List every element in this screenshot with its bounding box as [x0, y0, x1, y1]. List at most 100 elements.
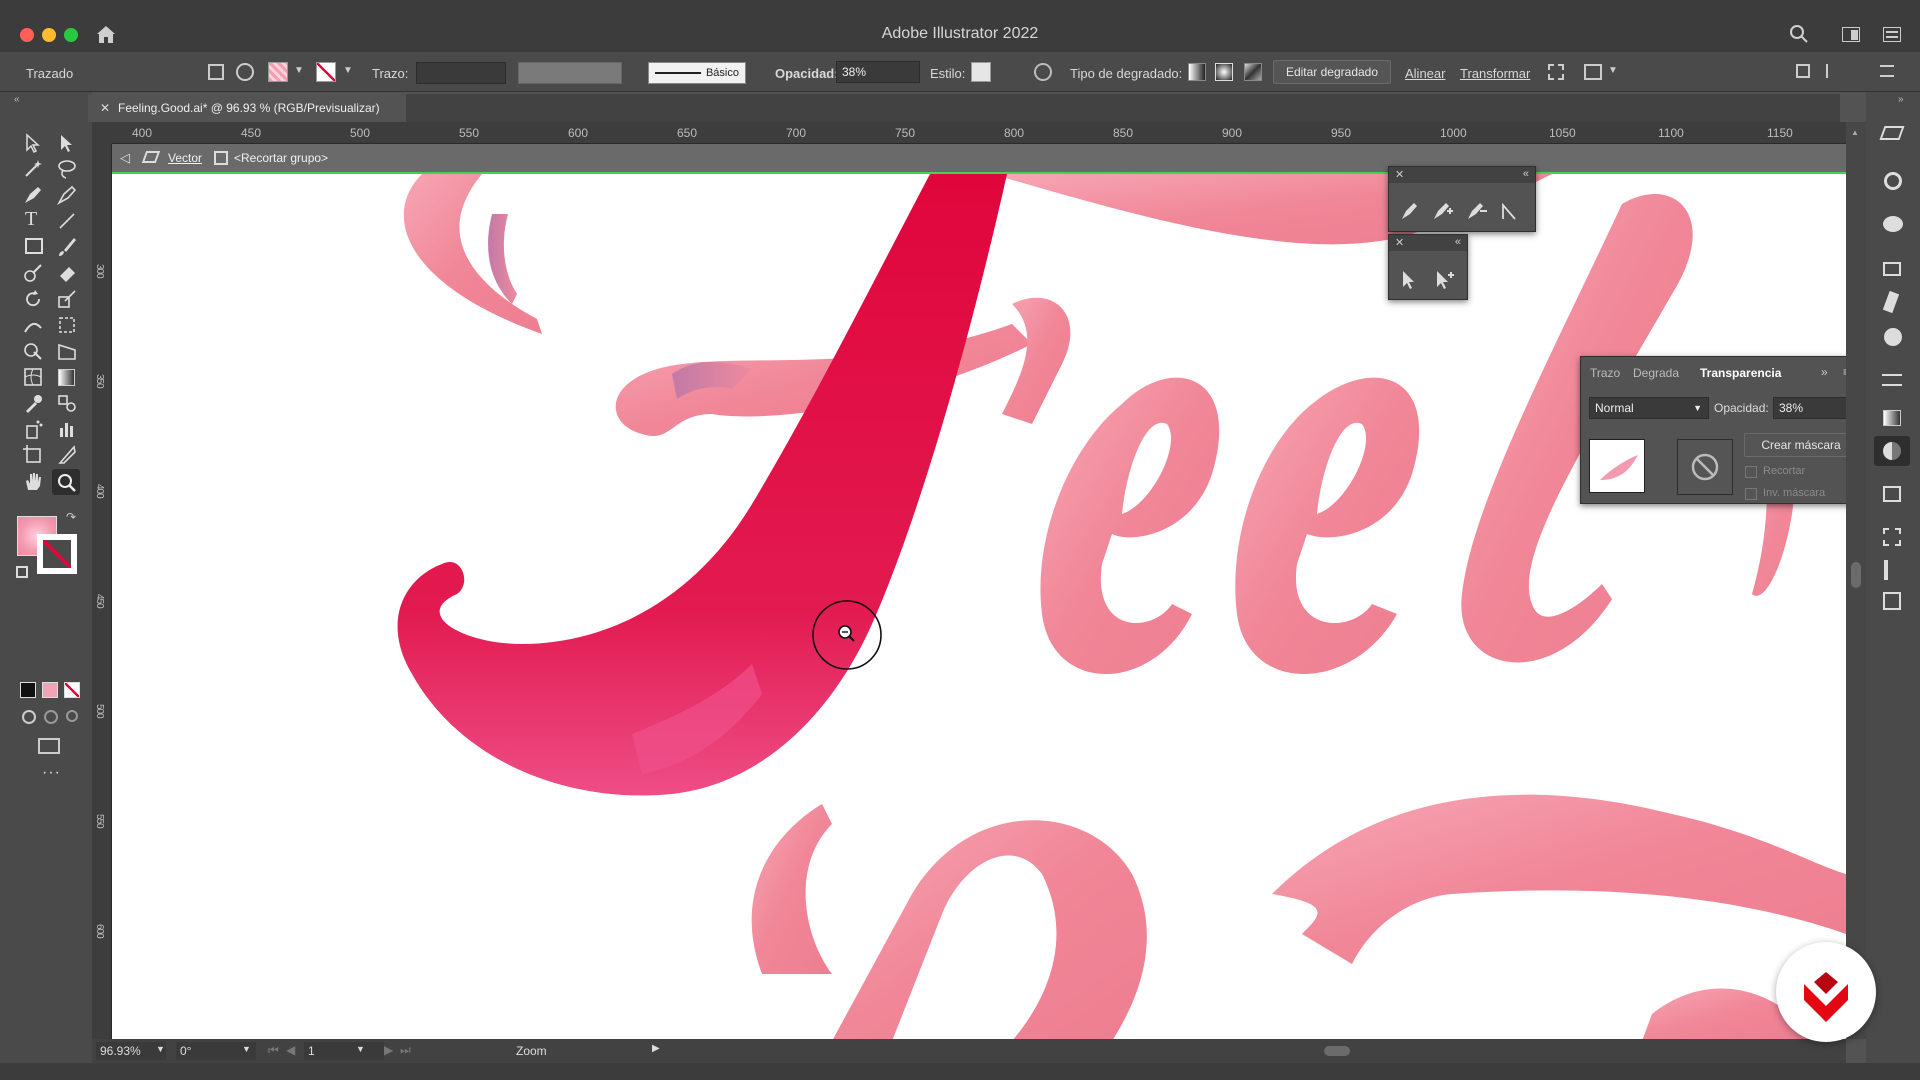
- make-mask-button[interactable]: Crear máscara: [1744, 433, 1858, 457]
- pen-tool-icon[interactable]: [22, 184, 44, 206]
- paintbrush-tool-icon[interactable]: [56, 236, 78, 258]
- breadcrumb-group[interactable]: <Recortar grupo>: [234, 151, 328, 165]
- transform-each-icon[interactable]: [1548, 64, 1564, 80]
- invert-mask-checkbox[interactable]: [1745, 488, 1757, 500]
- free-transform-tool-icon[interactable]: [56, 314, 78, 336]
- target-icon[interactable]: [236, 63, 254, 81]
- anchor-delete-icon[interactable]: [1465, 201, 1487, 221]
- line-tool-icon[interactable]: [56, 210, 78, 232]
- chevron-down-icon[interactable]: ▼: [343, 65, 353, 76]
- scroll-up-icon[interactable]: ▲: [1851, 128, 1859, 137]
- blend-tool-icon[interactable]: [56, 392, 78, 414]
- workspace-menu-icon[interactable]: [1883, 27, 1901, 42]
- anchor-point-tool-icon[interactable]: [1499, 201, 1519, 221]
- align-panel-icon[interactable]: [1884, 560, 1888, 580]
- mesh-tool-icon[interactable]: [22, 366, 44, 388]
- panel-opacity-input[interactable]: 38% ›: [1773, 397, 1857, 419]
- rotate-tool-icon[interactable]: [22, 288, 44, 310]
- mask-placeholder[interactable]: [1677, 439, 1733, 495]
- scroll-thumb[interactable]: [1324, 1046, 1350, 1056]
- horizontal-scrollbar[interactable]: [672, 1043, 1920, 1059]
- scroll-thumb[interactable]: [1851, 562, 1861, 588]
- lasso-tool-icon[interactable]: [56, 158, 78, 180]
- collapse-flyout-icon[interactable]: «: [1455, 236, 1461, 248]
- appearance-icon[interactable]: [1884, 172, 1902, 190]
- collapse-flyout-icon[interactable]: «: [1523, 168, 1529, 180]
- shape-builder-tool-icon[interactable]: [22, 340, 44, 362]
- color-palette-icon[interactable]: [1883, 216, 1903, 232]
- style-swatch[interactable]: [971, 62, 991, 82]
- layers-icon[interactable]: [1879, 126, 1905, 140]
- brushes-icon[interactable]: [1882, 290, 1900, 314]
- recolor-icon[interactable]: [1034, 63, 1052, 81]
- align-link[interactable]: Alinear: [1405, 66, 1445, 81]
- menu-icon[interactable]: [1880, 65, 1894, 77]
- isolate-icon[interactable]: [208, 64, 224, 80]
- search-icon[interactable]: [1789, 24, 1809, 44]
- eyedropper-tool-icon[interactable]: [22, 392, 44, 414]
- none-mode-button[interactable]: [64, 682, 80, 698]
- close-flyout-icon[interactable]: ✕: [1395, 168, 1404, 181]
- arrange-icon[interactable]: [1584, 64, 1602, 80]
- selection-tool-icon[interactable]: [22, 132, 44, 154]
- swap-fill-stroke-icon[interactable]: ↷: [66, 510, 76, 524]
- chevron-down-icon[interactable]: ▼: [242, 1044, 251, 1054]
- zoom-tool-icon[interactable]: [56, 472, 78, 494]
- clip-checkbox[interactable]: [1745, 466, 1757, 478]
- transform-panel-icon[interactable]: [1883, 528, 1901, 546]
- rectangle-tool-icon[interactable]: [25, 238, 43, 254]
- eraser-tool-icon[interactable]: [56, 262, 78, 284]
- default-fill-stroke-icon[interactable]: [16, 566, 28, 578]
- tab-stroke[interactable]: Trazo: [1590, 366, 1620, 380]
- panel-collapse-icon[interactable]: «: [14, 94, 20, 105]
- artboard-tool-icon[interactable]: [22, 444, 44, 466]
- gradient-tool-icon[interactable]: [58, 369, 75, 386]
- chevron-down-icon[interactable]: ▼: [294, 65, 304, 76]
- tab-transparency[interactable]: Transparencia: [1700, 366, 1781, 380]
- perspective-grid-tool-icon[interactable]: [56, 340, 78, 362]
- draw-normal-icon[interactable]: [22, 710, 36, 724]
- horizontal-ruler[interactable]: 400 450 500 550 600 650 700 750 800 850 …: [112, 122, 1846, 144]
- chevron-down-icon[interactable]: ▼: [156, 1044, 165, 1054]
- curvature-tool-icon[interactable]: [56, 184, 78, 206]
- symbol-sprayer-tool-icon[interactable]: [22, 418, 44, 440]
- hand-tool-icon[interactable]: [22, 470, 44, 492]
- stroke-panel-icon[interactable]: [1882, 374, 1902, 386]
- blend-mode-select[interactable]: Normal ▼: [1589, 397, 1709, 419]
- artboard-canvas[interactable]: [112, 172, 1846, 1039]
- shaper-tool-icon[interactable]: [22, 262, 44, 284]
- gradient-panel-icon[interactable]: [1883, 410, 1901, 426]
- next-artboard-icon[interactable]: ▶: [384, 1043, 393, 1057]
- screen-mode-icon[interactable]: [38, 738, 60, 754]
- tab-gradient[interactable]: Degrada: [1633, 366, 1679, 380]
- freeform-gradient-button[interactable]: [1244, 63, 1262, 81]
- prev-artboard-icon[interactable]: ◀: [286, 1043, 295, 1057]
- stroke-swatch[interactable]: [316, 62, 336, 82]
- magic-wand-tool-icon[interactable]: [22, 158, 44, 180]
- anchor-add-icon[interactable]: [1431, 201, 1453, 221]
- linear-gradient-button[interactable]: [1188, 63, 1206, 81]
- color-mode-button[interactable]: [20, 682, 36, 698]
- symbols-icon[interactable]: [1884, 328, 1902, 346]
- scale-tool-icon[interactable]: [56, 288, 78, 310]
- chevron-down-icon[interactable]: ▼: [1608, 65, 1618, 76]
- direct-selection-tool-icon[interactable]: [1399, 269, 1419, 289]
- opacity-input[interactable]: 38%: [836, 61, 920, 83]
- edit-gradient-button[interactable]: Editar degradado: [1273, 60, 1391, 84]
- stroke-weight-stepper[interactable]: [416, 62, 506, 84]
- width-tool-icon[interactable]: [22, 314, 44, 336]
- dock-collapse-icon[interactable]: »: [1898, 94, 1904, 105]
- column-graph-tool-icon[interactable]: [56, 418, 78, 440]
- draw-behind-icon[interactable]: [44, 710, 58, 724]
- close-flyout-icon[interactable]: ✕: [1395, 236, 1404, 249]
- chevron-down-icon[interactable]: ▼: [356, 1044, 365, 1054]
- slice-tool-icon[interactable]: [56, 444, 78, 466]
- first-artboard-icon[interactable]: ⏮: [268, 1043, 279, 1058]
- status-menu-arrow-icon[interactable]: ▶: [652, 1043, 660, 1054]
- pen-tool-icon[interactable]: [1399, 201, 1419, 221]
- type-tool-icon[interactable]: T: [25, 208, 37, 231]
- direct-selection-tool-icon[interactable]: [56, 132, 78, 154]
- document-tab[interactable]: ✕ Feeling.Good.ai* @ 96.93 % (RGB/Previs…: [88, 94, 406, 122]
- align-panel-icon[interactable]: [1826, 64, 1842, 78]
- variable-width-profile[interactable]: [518, 62, 622, 84]
